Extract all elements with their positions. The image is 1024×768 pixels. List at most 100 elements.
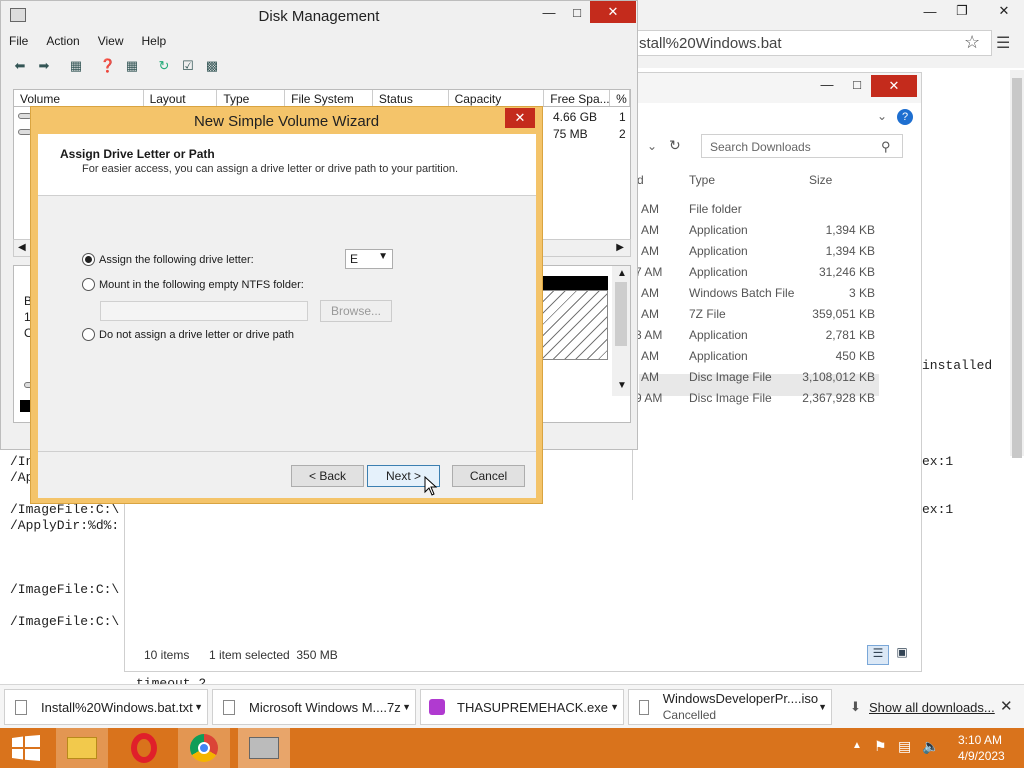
close-icon[interactable]: ✕ [590, 1, 636, 23]
view-details-icon[interactable]: ☰ [867, 645, 889, 665]
close-icon[interactable]: ✕ [1000, 697, 1013, 715]
menu-help[interactable]: Help [142, 34, 167, 52]
drive-letter-select[interactable]: E ▼ [345, 249, 393, 269]
action-center-icon[interactable]: ⚑ [874, 738, 887, 755]
address-bar[interactable]: stall%20Windows.bat [636, 30, 992, 56]
col-layout[interactable]: Layout [144, 90, 218, 106]
row-type[interactable]: Application [689, 223, 748, 237]
radio-assign-label[interactable]: Assign the following drive letter: [99, 254, 254, 266]
column-header-date[interactable]: d [637, 173, 644, 187]
col-volume[interactable]: Volume [14, 90, 144, 106]
network-icon[interactable]: ▤ [898, 738, 911, 755]
file-explorer-taskbar-button[interactable] [56, 728, 108, 768]
menu-icon[interactable]: ☰ [996, 33, 1010, 53]
chevron-down-icon[interactable]: ▼ [194, 702, 203, 712]
radio-button[interactable] [82, 278, 95, 291]
view-tiles-icon[interactable]: ▣ [891, 645, 913, 665]
help-book-icon[interactable]: ❓ [99, 57, 117, 75]
scroll-down-icon[interactable]: ▼ [617, 380, 627, 391]
close-icon[interactable]: ✕ [505, 108, 535, 128]
row-type[interactable]: Windows Batch File [689, 286, 794, 300]
star-icon[interactable]: ☆ [964, 32, 980, 53]
radio-mount[interactable]: Mount in the following empty NTFS folder… [82, 278, 304, 291]
show-all-downloads-link[interactable]: Show all downloads... [869, 700, 995, 715]
row-type[interactable]: Application [689, 349, 748, 363]
rescan-icon[interactable]: ↻ [155, 57, 173, 75]
checklist-icon[interactable]: ☑ [179, 57, 197, 75]
chevron-down-icon[interactable]: ▼ [402, 702, 411, 712]
chevron-down-icon[interactable]: ▼ [610, 702, 619, 712]
back-arrow-icon[interactable]: ⬅ [11, 57, 29, 75]
scroll-up-icon[interactable]: ▲ [617, 268, 627, 279]
browse-button[interactable]: Browse... [320, 300, 392, 322]
chrome-taskbar-button[interactable] [178, 728, 230, 768]
minimize-icon[interactable]: — [813, 73, 841, 95]
unallocated-partition[interactable] [542, 290, 608, 360]
download-item[interactable]: WindowsDeveloperPr....iso Cancelled ▼ [628, 689, 832, 725]
radio-assign[interactable]: Assign the following drive letter: [82, 253, 254, 266]
scroll-left-icon[interactable]: ◀ [18, 242, 26, 253]
chevron-down-icon[interactable]: ⌄ [877, 109, 887, 123]
close-icon[interactable]: ✕ [871, 75, 917, 97]
row-type[interactable]: Application [689, 265, 748, 279]
help-icon[interactable]: ? [897, 109, 913, 125]
row-type[interactable]: 7Z File [689, 307, 726, 321]
row-type[interactable]: File folder [689, 202, 742, 216]
properties-icon[interactable]: ▦ [123, 57, 141, 75]
show-hidden-icons[interactable]: ▲ [852, 740, 862, 751]
row-type[interactable]: Disc Image File [689, 370, 772, 384]
opera-taskbar-button[interactable] [118, 728, 170, 768]
forward-arrow-icon[interactable]: ➡ [35, 57, 53, 75]
col-free-space[interactable]: Free Spa... [544, 90, 611, 106]
console-tree-icon[interactable]: ▦ [67, 57, 85, 75]
scrollbar-thumb[interactable] [615, 282, 627, 346]
scroll-right-icon[interactable]: ▶ [616, 242, 624, 253]
clock-date[interactable]: 4/9/2023 [958, 749, 1005, 763]
col-percent[interactable]: % [610, 90, 631, 106]
chevron-down-icon[interactable]: ⌄ [647, 139, 657, 153]
download-item[interactable]: Microsoft Windows M....7z ▼ [212, 689, 416, 725]
start-button[interactable] [0, 728, 52, 768]
close-icon[interactable]: ✕ [990, 0, 1018, 22]
search-input[interactable]: Search Downloads [701, 134, 903, 158]
menu-action[interactable]: Action [46, 34, 79, 52]
vertical-scrollbar[interactable]: ▲ ▼ [612, 266, 630, 396]
row-type[interactable]: Application [689, 328, 748, 342]
restore-icon[interactable]: ❐ [948, 0, 976, 22]
radio-button[interactable] [82, 328, 95, 341]
maximize-icon[interactable]: □ [563, 1, 591, 23]
minimize-icon[interactable]: — [916, 0, 944, 22]
menu-file[interactable]: File [9, 34, 28, 52]
maximize-icon[interactable]: □ [843, 73, 871, 95]
chevron-down-icon[interactable]: ▼ [818, 702, 827, 712]
back-button[interactable]: < Back [291, 465, 364, 487]
download-item[interactable]: THASUPREMEHACK.exe ▼ [420, 689, 624, 725]
col-file-system[interactable]: File System [285, 90, 373, 106]
cancel-button[interactable]: Cancel [452, 465, 525, 487]
ntfs-folder-input[interactable] [100, 301, 308, 321]
col-status[interactable]: Status [373, 90, 449, 106]
refresh-icon[interactable]: ↻ [669, 137, 681, 154]
menu-view[interactable]: View [98, 34, 124, 52]
col-capacity[interactable]: Capacity [449, 90, 545, 106]
menu-bar: File Action View Help [9, 34, 166, 52]
column-header-type[interactable]: Type [689, 173, 715, 187]
radio-none-label[interactable]: Do not assign a drive letter or drive pa… [99, 329, 294, 341]
disk-management-taskbar-button[interactable] [238, 728, 290, 768]
search-icon[interactable]: ⚲ [881, 139, 891, 155]
scrollbar-thumb[interactable] [1012, 78, 1022, 458]
row-type[interactable]: Application [689, 244, 748, 258]
col-type[interactable]: Type [217, 90, 286, 106]
radio-button-checked[interactable] [82, 253, 95, 266]
row-time: AM [641, 349, 659, 363]
radio-mount-label[interactable]: Mount in the following empty NTFS folder… [99, 279, 304, 291]
scrollbar[interactable] [1010, 70, 1024, 458]
column-header-size[interactable]: Size [809, 173, 832, 187]
row-type[interactable]: Disc Image File [689, 391, 772, 405]
minimize-icon[interactable]: — [535, 1, 563, 23]
disk-properties-icon[interactable]: ▩ [203, 57, 221, 75]
download-item[interactable]: Install%20Windows.bat.txt ▼ [4, 689, 208, 725]
clock-time[interactable]: 3:10 AM [958, 733, 1002, 747]
volume-muted-icon[interactable]: 🔈 [922, 738, 939, 755]
radio-none[interactable]: Do not assign a drive letter or drive pa… [82, 328, 294, 341]
